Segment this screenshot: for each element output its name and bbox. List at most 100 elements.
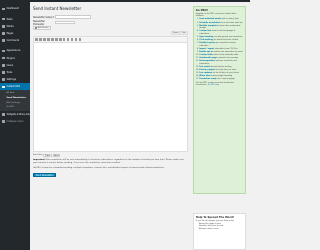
- pro-feature-text: remove plugin branding: [211, 75, 233, 78]
- brush-icon: [2, 49, 5, 53]
- align-left-icon[interactable]: [54, 37, 58, 41]
- media-icon: [2, 25, 5, 28]
- sidebar-item-label: Instant Mail: [6, 85, 20, 89]
- add-media-button[interactable]: Add Media: [33, 26, 51, 31]
- tab-visual[interactable]: Visual: [171, 31, 180, 36]
- collapse-icon: [2, 120, 5, 123]
- settings-icon: [2, 78, 5, 81]
- sidebar-item-label: Media: [6, 24, 14, 28]
- subject-input[interactable]: [55, 15, 91, 20]
- sidebar-item-posts[interactable]: Posts: [0, 16, 30, 23]
- pro-feature-title: Priority support: [199, 68, 215, 71]
- pro-feature-title: Double opt-in: [199, 50, 213, 53]
- italic-icon[interactable]: [38, 37, 42, 41]
- spread-word-panel: Help To Spread The Word! If you like thi…: [193, 213, 246, 250]
- pin-icon: [2, 17, 5, 21]
- editor-tabs: Visual Text: [33, 31, 188, 36]
- pro-feature-title: Send unlimited emails: [199, 18, 222, 21]
- sidebar-item-plugins[interactable]: Plugins: [0, 55, 30, 62]
- sidebar-item-label: Dashboard: [6, 7, 20, 11]
- pro-feature-text: subscribers from CSV files: [214, 47, 238, 50]
- sidebar-item-label: Comments: [6, 39, 20, 43]
- collapse-menu-button[interactable]: Collapse menu: [0, 118, 30, 125]
- pro-intro: Upgrade to the PRO version to unlock the…: [195, 12, 237, 18]
- pro-feature-item: Multiple templates choose from ready-mad…: [199, 25, 243, 30]
- page-icon: [2, 32, 5, 35]
- pro-feature-item: Detailed reports per newsletter and per …: [199, 42, 243, 47]
- more-icon[interactable]: [74, 37, 78, 41]
- admin-sidebar: Dashboard Posts Media Pages Comments App…: [0, 2, 30, 250]
- sidebar-item-label: Appearance: [6, 49, 21, 53]
- sidebar-item-users[interactable]: Users: [0, 62, 30, 69]
- sidebar-item-media[interactable]: Media: [0, 23, 30, 30]
- unlink-icon[interactable]: [70, 37, 74, 41]
- sidebar-item-widgets[interactable]: Widgets & More Ads: [0, 111, 30, 118]
- pro-feature-text: customize the message: [217, 57, 239, 60]
- pro-feature-title: Open tracking: [199, 35, 214, 38]
- admin-bar: [0, 0, 250, 3]
- preheader-row: Newsletter Preheader: [33, 19, 188, 26]
- go-pro-link[interactable]: Go PRO now: [208, 84, 219, 86]
- newsletter-editor[interactable]: [33, 35, 188, 152]
- important-label: Important!: [33, 159, 46, 162]
- preheader-label: Newsletter Preheader: [33, 19, 45, 26]
- pro-feature-title: Click tracking: [199, 39, 213, 42]
- spread-list-item: Writing a short review: [199, 228, 243, 231]
- user-icon: [2, 64, 5, 67]
- pro-feature-title: Test emails: [199, 65, 211, 68]
- sidebar-submenu: All Sent Send Newsletter Mail Settings G…: [0, 90, 30, 111]
- go-pro-panel: Go PRO! Upgrade to the PRO version to un…: [193, 6, 246, 194]
- pro-feature-text: for a later date and time: [221, 21, 243, 24]
- sidebar-item-pages[interactable]: Pages: [0, 30, 30, 37]
- pro-feature-title: Translation ready: [199, 78, 217, 81]
- bullet-list-icon[interactable]: [42, 37, 46, 41]
- sidebar-item-label: Users: [6, 63, 14, 67]
- mail-icon: [2, 85, 5, 89]
- pro-outro: Get the PRO version now and send better …: [196, 82, 243, 87]
- sidebar-item-label: Tools: [6, 70, 13, 74]
- toolbar-toggle-icon[interactable]: [78, 37, 82, 41]
- pro-feature-title: Unsubscribe page: [199, 57, 217, 60]
- sidebar-item-settings[interactable]: Settings: [0, 76, 30, 83]
- sidebar-item-comments[interactable]: Comments: [0, 37, 30, 44]
- sidebar-item-appearance[interactable]: Appearance: [0, 47, 30, 54]
- link-icon[interactable]: [66, 37, 70, 41]
- font-size-label: Font Size: [33, 154, 43, 157]
- submenu-item-go-pro[interactable]: Go PRO: [0, 105, 30, 110]
- main-content: Send Instant Newsletter Newsletter Subje…: [33, 6, 188, 177]
- align-right-icon[interactable]: [62, 37, 66, 41]
- font-size-select[interactable]: 14px: [43, 153, 52, 157]
- pro-feature-title: Import / export: [199, 47, 215, 50]
- editor-toolbar: [34, 36, 187, 43]
- widget-icon: [2, 113, 5, 116]
- plugin-icon: [2, 56, 5, 60]
- pro-feature-item: Translation ready use in any language: [199, 78, 243, 81]
- send-newsletter-button[interactable]: Send Newsletter: [33, 172, 57, 177]
- pro-note: Go PRO version for scheduled sending, mu…: [33, 166, 165, 169]
- quote-icon[interactable]: [50, 37, 54, 41]
- pro-feature-list: Send unlimited emails with no hourly lim…: [196, 18, 243, 80]
- pro-feature-text: with no hourly limit: [221, 18, 239, 21]
- font-family-select[interactable]: Arial: [52, 153, 61, 157]
- numbered-list-icon[interactable]: [46, 37, 50, 41]
- pro-feature-text: see which links were clicked: [213, 39, 239, 42]
- sidebar-item-label: Posts: [6, 17, 13, 21]
- align-center-icon[interactable]: [58, 37, 62, 41]
- pro-feature-text: use in any language: [217, 78, 235, 81]
- page-title: Send Instant Newsletter: [33, 6, 82, 11]
- tab-text[interactable]: Text: [180, 31, 188, 36]
- sidebar-item-tools[interactable]: Tools: [0, 69, 30, 76]
- sidebar-item-label: Pages: [6, 32, 14, 36]
- bold-icon[interactable]: [35, 37, 38, 41]
- pro-feature-text: confirm new subscribers by email: [213, 50, 243, 53]
- add-media-label: Add Media: [37, 27, 49, 30]
- important-text: Your newsletter will be sent immediately…: [33, 159, 184, 165]
- preheader-input[interactable]: [55, 20, 75, 25]
- font-settings-row: Font Size 14px Arial: [33, 153, 188, 158]
- sidebar-item-instant-mail[interactable]: Instant Mail: [0, 83, 30, 91]
- sidebar-item-dashboard[interactable]: Dashboard: [0, 5, 30, 12]
- pro-feature-item: Autoresponders welcome emails for new su…: [199, 60, 243, 65]
- pro-feature-title: Custom fields: [199, 53, 213, 56]
- important-note: Important! Your newsletter will be sent …: [33, 159, 188, 165]
- pro-title: Go PRO!: [195, 8, 208, 12]
